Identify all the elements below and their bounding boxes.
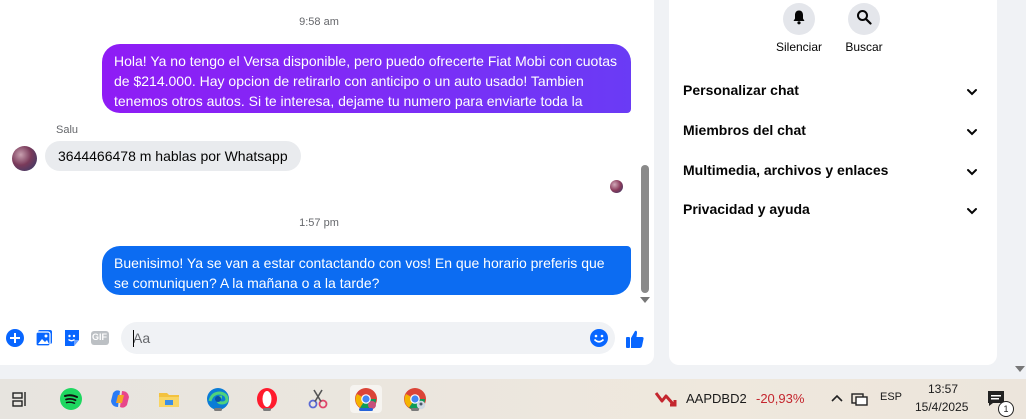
message-input[interactable] [121,322,615,354]
notification-badge: 1 [998,401,1014,417]
section-chat-members[interactable]: Miembros del chat [683,118,983,142]
chevron-down-icon [965,162,979,186]
opera-icon[interactable] [253,385,281,413]
active-indicator [359,408,373,411]
chevron-down-icon [965,82,979,106]
mute-label: Silenciar [775,40,823,54]
sender-name: Salu [56,124,79,136]
avatar[interactable] [12,146,37,171]
chrome-profile-icon[interactable] [401,385,429,413]
section-label: Privacidad y ayuda [683,201,810,217]
edge-icon[interactable] [204,385,232,413]
plus-circle-icon[interactable] [5,328,25,348]
section-label: Multimedia, archivos y enlaces [683,162,889,178]
language-indicator[interactable]: ESP [880,391,902,403]
thumbs-up-icon[interactable] [624,328,644,348]
clock-date[interactable]: 15/4/2025 [915,400,968,414]
search-label: Buscar [845,40,883,54]
network-battery-icon[interactable] [846,385,874,413]
section-label: Personalizar chat [683,82,799,98]
search-icon [856,9,872,30]
running-indicator [263,408,271,411]
message-timestamp: 1:57 pm [299,217,339,229]
bell-icon [791,9,807,30]
outgoing-message[interactable]: Buenisimo! Ya se van a estar contactando… [102,246,631,295]
gallery-icon[interactable] [34,328,54,348]
spotify-icon[interactable] [57,385,85,413]
chat-info-panel: Silenciar Buscar Personalizar chat Miemb… [669,0,997,365]
chevron-down-icon [965,201,979,225]
task-view-icon[interactable] [6,385,34,413]
stock-trend-icon[interactable] [652,385,680,413]
sticker-icon[interactable] [62,328,82,348]
search-button[interactable] [848,3,880,35]
mute-button[interactable] [783,3,815,35]
clock-time[interactable]: 13:57 [928,382,958,396]
section-media-files-links[interactable]: Multimedia, archivos y enlaces [683,158,983,182]
chevron-down-icon [965,122,979,146]
page-scrollbar[interactable] [1014,0,1026,380]
file-explorer-icon[interactable] [155,385,183,413]
text-caret [133,330,134,347]
section-privacy-help[interactable]: Privacidad y ayuda [683,197,983,221]
stock-symbol[interactable]: AAPDBD2 [686,391,747,406]
scroll-down-arrow[interactable] [640,297,650,303]
seen-receipt-avatar [610,180,623,193]
stock-change[interactable]: -20,93% [756,391,804,406]
gif-icon[interactable]: GIF [90,328,110,348]
section-label: Miembros del chat [683,122,806,138]
scroll-down-arrow[interactable] [1015,366,1025,372]
section-customize-chat[interactable]: Personalizar chat [683,78,983,102]
notification-icon[interactable]: 1 [982,385,1014,417]
chrome-icon[interactable] [350,385,382,413]
copilot-icon[interactable] [106,385,134,413]
outgoing-message[interactable]: Hola! Ya no tengo el Versa disponible, p… [102,44,631,129]
snipping-icon[interactable] [304,385,332,413]
scrollbar-thumb[interactable] [641,165,649,293]
chat-panel: 9:58 am Hola! Ya no tengo el Versa dispo… [0,0,654,365]
emoji-icon[interactable] [589,328,609,348]
gif-label: GIF [92,332,107,342]
running-indicator [214,408,222,411]
running-indicator [411,408,419,411]
incoming-message[interactable]: 3644466478 m hablas por Whatsapp [45,141,301,171]
message-timestamp: 9:58 am [299,16,339,28]
taskbar: AAPDBD2 -20,93% ESP 13:57 15/4/2025 1 [0,379,1026,419]
